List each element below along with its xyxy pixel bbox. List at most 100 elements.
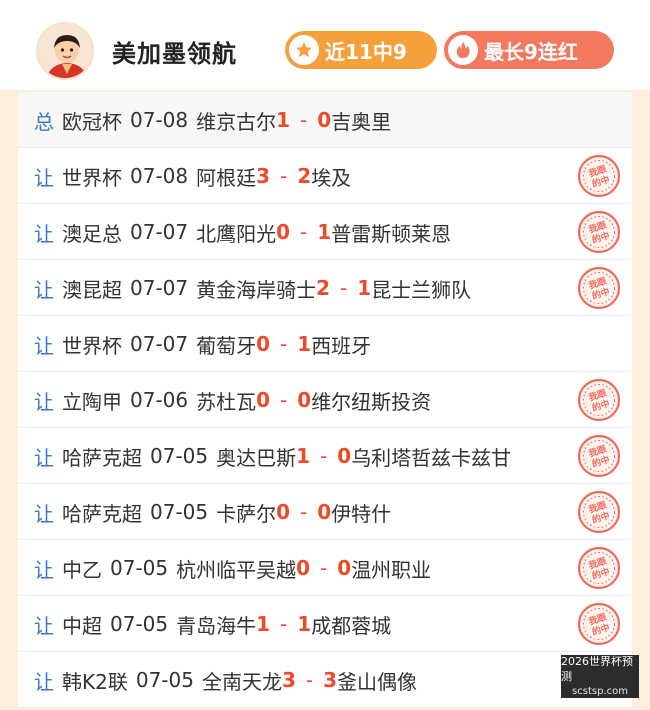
bet-type-label: 让 bbox=[34, 445, 54, 470]
match-row[interactable]: 让中乙 07-05 杭州临平吴越 0-0 温州职业 我跟 的中 bbox=[18, 540, 632, 596]
home-team: 阿根廷 bbox=[196, 165, 257, 190]
away-team: 维尔纽斯投资 bbox=[311, 389, 432, 414]
league-name: 中乙 bbox=[62, 557, 102, 582]
bet-type-label: 让 bbox=[34, 221, 54, 246]
away-score: 1 bbox=[357, 276, 372, 300]
match-row[interactable]: 让立陶甲 07-06 苏杜瓦 0-0 维尔纽斯投资 我跟 的中 bbox=[18, 372, 632, 428]
match-row[interactable]: 总欧冠杯 07-08 维京古尔 1-0 吉奥里 bbox=[18, 92, 632, 148]
recent-record-badge: 近11中9 bbox=[285, 31, 437, 69]
home-team: 杭州临平吴越 bbox=[176, 557, 297, 582]
score-separator: - bbox=[305, 668, 314, 692]
away-score: 0 bbox=[317, 108, 332, 132]
home-team: 维京古尔 bbox=[196, 109, 277, 134]
match-date: 07-05 bbox=[110, 556, 169, 580]
league-name: 哈萨克超 bbox=[62, 501, 142, 526]
score-separator: - bbox=[300, 500, 308, 524]
away-team: 温州职业 bbox=[351, 557, 432, 582]
score-separator: - bbox=[280, 164, 288, 188]
avatar[interactable] bbox=[36, 22, 94, 80]
hit-stamp-icon: 我跟 的中 bbox=[576, 377, 622, 423]
match-row[interactable]: 让澳足总 07-07 北鹰阳光 0-1 普雷斯顿莱恩 我跟 的中 bbox=[18, 204, 632, 260]
league-name: 欧冠杯 bbox=[62, 109, 122, 134]
home-score: 0 bbox=[276, 220, 291, 244]
hit-stamp-icon: 我跟 的中 bbox=[576, 489, 622, 535]
hit-stamp-icon: 我跟 的中 bbox=[576, 153, 622, 199]
match-summary: 让中乙 07-05 杭州临平吴越 0-0 温州职业 bbox=[34, 540, 431, 596]
bet-type-label: 让 bbox=[34, 389, 54, 414]
star-icon bbox=[289, 35, 319, 65]
league-name: 哈萨克超 bbox=[62, 445, 142, 470]
away-team: 伊特什 bbox=[331, 501, 392, 526]
score-separator: - bbox=[300, 220, 308, 244]
site-watermark: 2026世界杯预测 scstsp.com bbox=[561, 655, 639, 698]
hit-stamp-icon: 我跟 的中 bbox=[576, 433, 622, 479]
score-separator: - bbox=[320, 556, 328, 580]
away-score: 3 bbox=[323, 668, 338, 692]
expert-header: 美加墨领航 近11中9 最长9连红 bbox=[0, 0, 650, 90]
match-row[interactable]: 让哈萨克超 07-05 奥达巴斯 1-0 乌利塔哲兹卡兹甘 我跟 的中 bbox=[18, 428, 632, 484]
home-score: 0 bbox=[276, 500, 291, 524]
score-separator: - bbox=[280, 612, 288, 636]
match-list: 总欧冠杯 07-08 维京古尔 1-0 吉奥里让世界杯 07-08 阿根廷 3-2 埃及 我跟 的中… bbox=[18, 92, 632, 708]
bet-type-label: 让 bbox=[34, 277, 54, 302]
away-score: 0 bbox=[297, 388, 312, 412]
league-name: 澳足总 bbox=[62, 221, 122, 246]
score-separator: - bbox=[300, 108, 308, 132]
match-row[interactable]: 让哈萨克超 07-05 卡萨尔 0-0 伊特什 我跟 的中 bbox=[18, 484, 632, 540]
away-team: 昆士兰狮队 bbox=[371, 277, 472, 302]
score-separator: - bbox=[280, 332, 288, 356]
hit-stamp-icon: 我跟 的中 bbox=[576, 265, 622, 311]
hit-stamp-icon: 我跟 的中 bbox=[576, 209, 622, 255]
away-score: 2 bbox=[297, 164, 312, 188]
away-score: 0 bbox=[337, 444, 352, 468]
score-separator: - bbox=[320, 444, 328, 468]
match-summary: 让中超 07-05 青岛海牛 1-1 成都蓉城 bbox=[34, 596, 391, 652]
away-team: 釜山偶像 bbox=[337, 669, 418, 694]
home-team: 奥达巴斯 bbox=[216, 445, 297, 470]
watermark-site: scstsp.com bbox=[572, 686, 628, 697]
bet-type-label: 总 bbox=[34, 109, 54, 134]
match-summary: 让韩K2联 07-05 全南天龙 3-3 釜山偶像 bbox=[34, 652, 417, 708]
away-team: 成都蓉城 bbox=[311, 613, 392, 638]
away-team: 乌利塔哲兹卡兹甘 bbox=[351, 445, 512, 470]
match-summary: 让立陶甲 07-06 苏杜瓦 0-0 维尔纽斯投资 bbox=[34, 372, 431, 428]
match-summary: 让世界杯 07-07 葡萄牙 0-1 西班牙 bbox=[34, 316, 371, 372]
streak-label: 最长9连红 bbox=[484, 39, 578, 64]
bet-type-label: 让 bbox=[34, 501, 54, 526]
match-row[interactable]: 让世界杯 07-08 阿根廷 3-2 埃及 我跟 的中 bbox=[18, 148, 632, 204]
league-name: 立陶甲 bbox=[62, 389, 122, 414]
streak-badge: 最长9连红 bbox=[444, 31, 614, 69]
away-team: 吉奥里 bbox=[331, 109, 392, 134]
hit-stamp-icon: 我跟 的中 bbox=[576, 601, 622, 647]
bet-type-label: 让 bbox=[34, 557, 54, 582]
league-name: 韩K2联 bbox=[62, 669, 128, 694]
home-team: 黄金海岸骑士 bbox=[196, 277, 317, 302]
match-summary: 让澳昆超 07-07 黄金海岸骑士 2-1 昆士兰狮队 bbox=[34, 260, 471, 316]
match-date: 07-07 bbox=[130, 332, 189, 356]
home-team: 苏杜瓦 bbox=[196, 389, 257, 414]
home-score: 3 bbox=[256, 164, 271, 188]
match-date: 07-05 bbox=[135, 668, 194, 692]
away-score: 1 bbox=[297, 612, 312, 636]
bet-type-label: 让 bbox=[34, 165, 54, 190]
away-team: 西班牙 bbox=[311, 333, 372, 358]
home-score: 0 bbox=[296, 556, 311, 580]
league-name: 澳昆超 bbox=[62, 277, 122, 302]
match-row[interactable]: 让中超 07-05 青岛海牛 1-1 成都蓉城 我跟 的中 bbox=[18, 596, 632, 652]
match-date: 07-07 bbox=[130, 220, 189, 244]
league-name: 中超 bbox=[62, 613, 102, 638]
match-row[interactable]: 让韩K2联 07-05 全南天龙 3-3 釜山偶像 bbox=[18, 652, 632, 708]
match-date: 07-05 bbox=[150, 500, 209, 524]
person-avatar-icon bbox=[38, 24, 92, 78]
league-name: 世界杯 bbox=[62, 165, 122, 190]
match-summary: 让哈萨克超 07-05 卡萨尔 0-0 伊特什 bbox=[34, 484, 391, 540]
hit-stamp-icon: 我跟 的中 bbox=[576, 545, 622, 591]
flame-icon bbox=[448, 35, 478, 65]
match-date: 07-05 bbox=[110, 612, 169, 636]
match-row[interactable]: 让澳昆超 07-07 黄金海岸骑士 2-1 昆士兰狮队 我跟 的中 bbox=[18, 260, 632, 316]
home-team: 青岛海牛 bbox=[176, 613, 257, 638]
home-score: 1 bbox=[296, 444, 311, 468]
match-date: 07-08 bbox=[130, 108, 189, 132]
away-score: 0 bbox=[317, 500, 332, 524]
match-row[interactable]: 让世界杯 07-07 葡萄牙 0-1 西班牙 bbox=[18, 316, 632, 372]
